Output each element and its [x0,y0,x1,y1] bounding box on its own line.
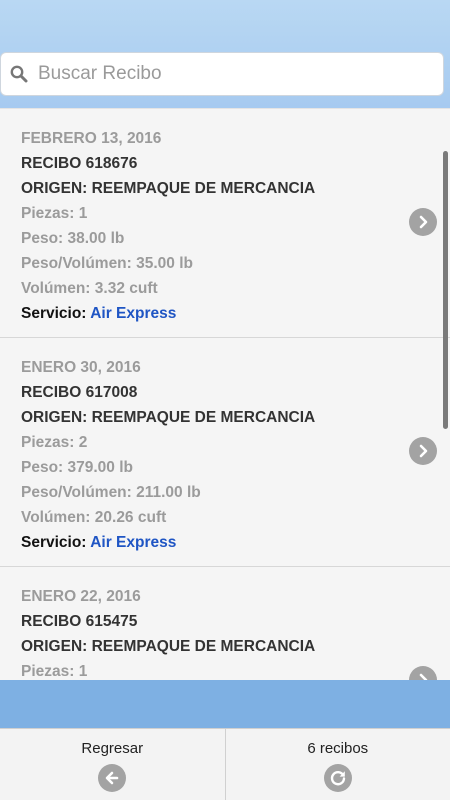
receipt-service: Servicio: Air Express [21,301,450,326]
footer-toolbar: Regresar 6 recibos [0,728,450,800]
list-item[interactable]: ENERO 22, 2016 RECIBO 615475 ORIGEN: REE… [0,566,450,680]
receipt-date: FEBRERO 13, 2016 [21,130,162,147]
receipt-pieces: Piezas: 1 [21,663,88,680]
receipt-number: RECIBO 615475 [21,613,138,630]
receipt-origin: ORIGEN: REEMPAQUE DE MERCANCIA [21,409,316,426]
service-value: Air Express [90,534,177,551]
arrow-left-icon [98,764,127,792]
back-button[interactable]: Regresar [0,729,225,800]
footer-band [0,680,450,728]
receipt-number: RECIBO 617008 [21,384,138,401]
list-item[interactable]: ENERO 30, 2016 RECIBO 617008 ORIGEN: REE… [0,337,450,566]
receipt-pieces: Piezas: 2 [21,434,88,451]
search-bar[interactable] [0,52,444,96]
search-input[interactable] [38,54,428,94]
receipt-weight: Peso: 38.00 lb [21,230,125,247]
chevron-right-icon[interactable] [409,208,437,236]
service-label: Servicio: [21,305,91,322]
list-item[interactable]: FEBRERO 13, 2016 RECIBO 618676 ORIGEN: R… [0,108,450,337]
receipt-volume: Volúmen: 20.26 cuft [21,509,167,526]
back-button-label: Regresar [81,740,144,757]
chevron-right-icon[interactable] [409,437,437,465]
receipt-service: Servicio: Air Express [21,530,450,555]
receipt-list[interactable]: FEBRERO 13, 2016 RECIBO 618676 ORIGEN: R… [0,108,450,680]
receipt-date: ENERO 30, 2016 [21,359,141,376]
receipt-vol-weight: Peso/Volúmen: 35.00 lb [21,255,193,272]
receipt-date: ENERO 22, 2016 [21,588,141,605]
receipt-origin: ORIGEN: REEMPAQUE DE MERCANCIA [21,180,316,197]
receipt-pieces: Piezas: 1 [21,205,88,222]
receipt-origin: ORIGEN: REEMPAQUE DE MERCANCIA [21,638,316,655]
service-label: Servicio: [21,534,91,551]
receipt-vol-weight: Peso/Volúmen: 211.00 lb [21,484,201,501]
scrollbar[interactable] [443,151,448,429]
receipt-number: RECIBO 618676 [21,155,138,172]
refresh-button[interactable]: 6 recibos [224,729,450,800]
receipt-count-label: 6 recibos [307,740,369,757]
receipt-weight: Peso: 379.00 lb [21,459,134,476]
search-icon [4,52,34,96]
service-value: Air Express [90,305,177,322]
receipt-volume: Volúmen: 3.32 cuft [21,280,158,297]
refresh-icon [323,764,352,792]
